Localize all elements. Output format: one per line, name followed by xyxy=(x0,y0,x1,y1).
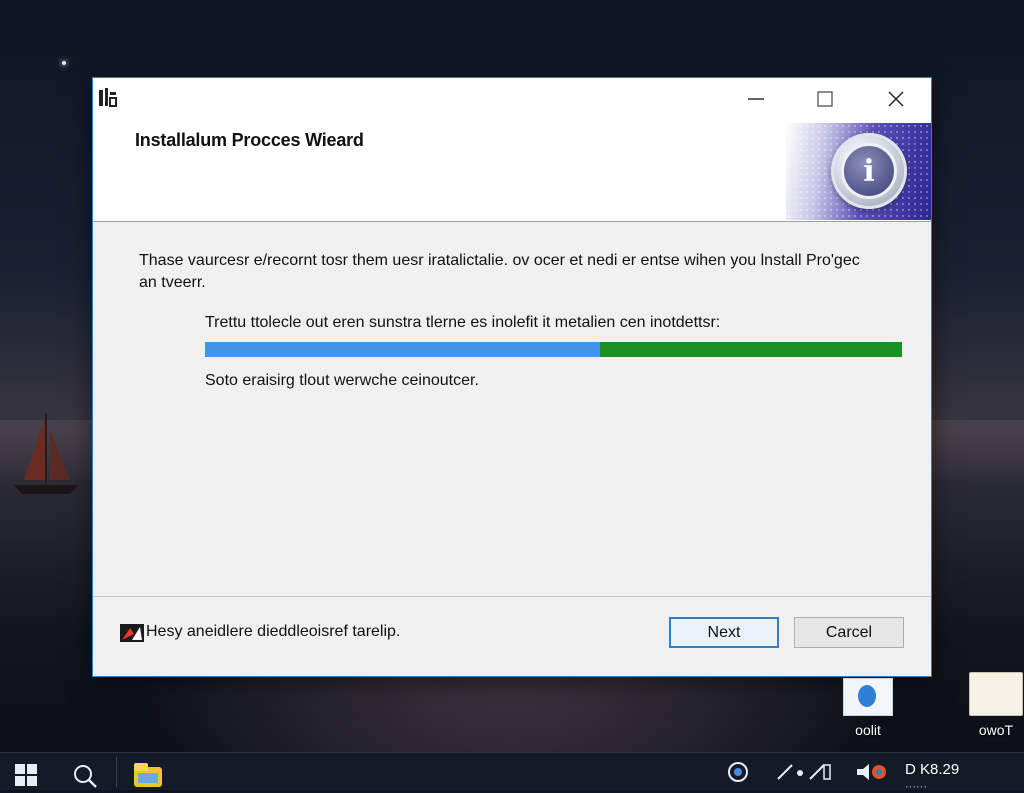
status-text: Soto eraisirg tlout werwche ceinoutcer. xyxy=(205,372,479,389)
progress-bar xyxy=(205,342,902,357)
help-text: Hesy aneidlere dieddleoisref tarelip. xyxy=(146,623,401,640)
file-explorer-icon[interactable] xyxy=(132,761,164,789)
taskbar-separator xyxy=(116,757,117,787)
app-icon xyxy=(99,88,117,107)
wizard-footer: Hesy aneidlere dieddleoisref tarelip. Ne… xyxy=(93,596,931,677)
close-icon xyxy=(888,91,904,107)
desktop-icon-label: oolit xyxy=(855,722,881,738)
minimize-button[interactable] xyxy=(736,84,776,114)
tray-tools-icon[interactable] xyxy=(774,761,834,783)
sailboat-image xyxy=(14,413,78,494)
windows-start-icon[interactable] xyxy=(14,763,38,787)
system-date: ······ xyxy=(905,781,927,793)
star xyxy=(62,61,66,65)
wizard-header: Installalum Procces Wieard i xyxy=(93,78,931,222)
help-icon xyxy=(120,624,144,642)
folder-icon xyxy=(969,672,1023,716)
minimize-icon xyxy=(748,98,764,100)
close-button[interactable] xyxy=(876,84,916,114)
progress-label: Trettu ttolecle out eren sunstra tlerne … xyxy=(205,314,721,331)
system-clock[interactable]: D K8.29 xyxy=(905,761,959,778)
desktop-icon-owot[interactable]: owoT xyxy=(965,672,1024,738)
info-icon: i xyxy=(841,143,897,199)
wizard-banner: i xyxy=(786,123,931,220)
maximize-icon xyxy=(817,91,833,107)
taskbar: D K8.29 ······ xyxy=(0,752,1024,793)
wizard-content: Thase vaurcesr e/recornt tosr them uesr … xyxy=(93,222,931,596)
desktop-icon-label: owoT xyxy=(978,722,1014,738)
maximize-button[interactable] xyxy=(805,84,845,114)
volume-icon[interactable] xyxy=(855,761,889,783)
network-icon[interactable] xyxy=(726,761,750,783)
next-button[interactable]: Next xyxy=(669,617,779,648)
progress-fill xyxy=(205,342,601,357)
intro-text: Thase vaurcesr e/recornt tosr them uesr … xyxy=(139,252,860,291)
wizard-title: Installalum Procces Wieard xyxy=(135,130,364,150)
document-icon xyxy=(843,678,893,716)
cancel-button[interactable]: Carcel xyxy=(794,617,904,648)
search-icon[interactable] xyxy=(72,763,98,789)
desktop-icon-oolit[interactable]: oolit xyxy=(838,678,898,738)
installer-emblem-icon: i xyxy=(831,133,907,209)
installer-window: Installalum Procces Wieard i Thase vaurc… xyxy=(92,77,932,677)
